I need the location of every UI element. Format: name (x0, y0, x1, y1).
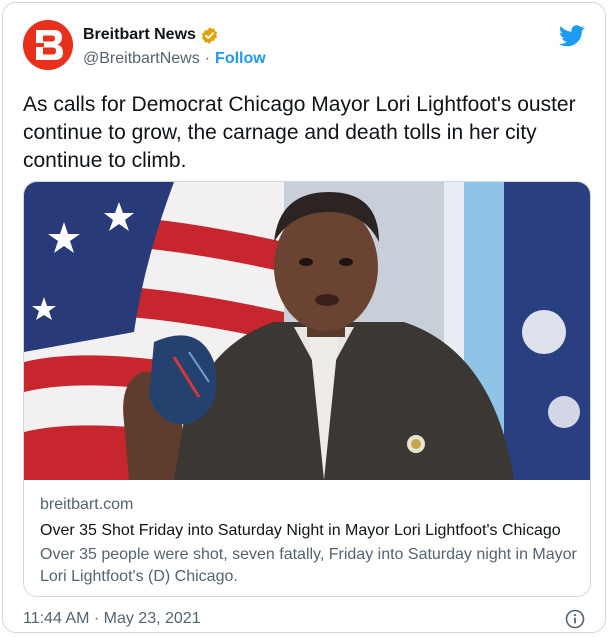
verified-badge-icon (200, 26, 219, 45)
tweet-card: Breitbart News @BreitbartNews · Follow A… (2, 2, 606, 633)
separator-dot: · (204, 50, 211, 67)
avatar[interactable] (23, 20, 73, 70)
author-handle[interactable]: @BreitbartNews (83, 50, 200, 68)
link-domain: breitbart.com (40, 496, 134, 513)
author-name[interactable]: Breitbart News (83, 26, 196, 44)
article-photo (24, 182, 590, 480)
link-description: Over 35 people were shot, seven fatally,… (40, 546, 577, 585)
follow-button[interactable]: Follow (215, 50, 266, 68)
link-preview-card[interactable]: breitbart.com Over 35 Shot Friday into S… (23, 181, 591, 597)
tweet-text: As calls for Democrat Chicago Mayor Lori… (23, 93, 576, 172)
tweet-timestamp[interactable]: 11:44 AM · May 23, 2021 (23, 610, 201, 628)
breitbart-logo-icon (23, 20, 73, 70)
info-icon[interactable] (565, 609, 585, 629)
twitter-bird-icon[interactable] (559, 25, 585, 47)
link-title: Over 35 Shot Friday into Saturday Night … (40, 522, 561, 539)
